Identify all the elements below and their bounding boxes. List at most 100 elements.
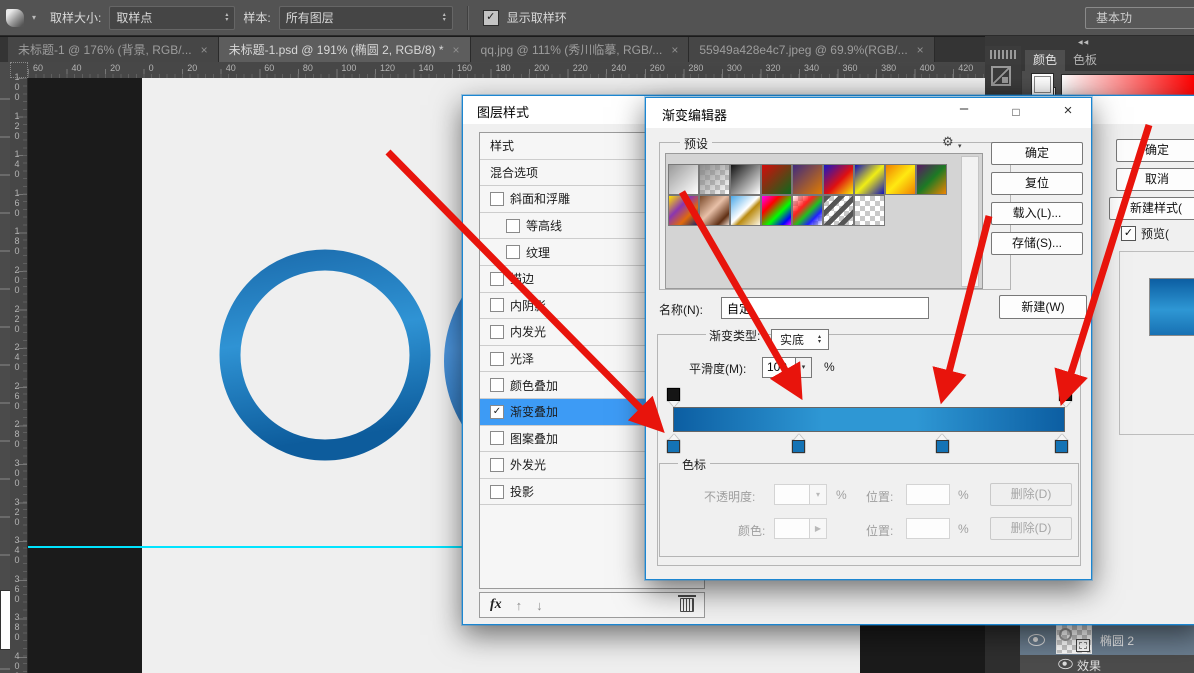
close-tab-icon[interactable]: × <box>453 43 460 57</box>
layer-thumbnail[interactable] <box>1056 624 1092 654</box>
gradient-preset-spectrum[interactable] <box>761 195 792 226</box>
panel-lines-icon[interactable] <box>990 50 1016 59</box>
stop-color-swatch[interactable]: ▶ <box>774 518 827 539</box>
gear-icon[interactable]: ⚙ <box>942 134 954 150</box>
blue-ring-shape[interactable] <box>207 237 443 473</box>
tool-preset-caret-icon[interactable]: ▾ <box>32 13 36 22</box>
close-tab-icon[interactable]: × <box>917 43 924 57</box>
gradient-preset-chrome-blue-gold[interactable] <box>730 195 761 226</box>
gradient-preset-yellow-violet-blue[interactable] <box>668 195 699 226</box>
layer-row-ellipse-2[interactable]: 椭圆 2 <box>1020 622 1194 656</box>
effect-checkbox[interactable] <box>490 485 504 499</box>
ruler-label: 100 <box>341 63 356 73</box>
ok-button[interactable]: 确定 <box>991 142 1083 165</box>
gear-caret-icon[interactable]: ▾ <box>958 142 962 150</box>
opacity-position-input[interactable] <box>906 484 950 505</box>
effect-checkbox[interactable] <box>490 458 504 472</box>
gradient-preset-gray-to-white[interactable] <box>668 164 699 195</box>
document-tab[interactable]: 未标题-1 @ 176% (背景, RGB/...× <box>8 37 219 62</box>
effect-checkbox[interactable] <box>490 352 504 366</box>
layer-name[interactable]: 椭圆 2 <box>1100 632 1134 649</box>
gradient-type-value: 实底 <box>780 331 804 348</box>
document-tab[interactable]: 未标题-1.psd @ 191% (椭圆 2, RGB/8) *× <box>219 37 471 62</box>
color-position-input[interactable] <box>906 518 950 539</box>
cancel-button[interactable]: 取消 <box>1116 168 1194 191</box>
gradient-preset-copper[interactable] <box>699 195 730 226</box>
gradient-preset-orange-yellow-orange[interactable] <box>885 164 916 195</box>
effect-checkbox[interactable] <box>506 245 520 259</box>
effect-checkbox[interactable] <box>490 272 504 286</box>
gradient-preset-transparent[interactable] <box>854 195 885 226</box>
maximize-icon[interactable]: □ <box>998 98 1034 126</box>
gradient-preset-transparent-stripes[interactable] <box>823 195 854 226</box>
gradient-preset-gray-to-transparent[interactable] <box>699 164 730 195</box>
close-tab-icon[interactable]: × <box>201 43 208 57</box>
ruler-label: 220 <box>573 63 588 73</box>
sample-select[interactable]: 所有图层 ▴▾ <box>279 6 453 30</box>
visibility-eye-icon[interactable] <box>1028 634 1045 646</box>
gradient-preset-black-to-white[interactable] <box>730 164 761 195</box>
gradient-preset-blue-red-yellow[interactable] <box>823 164 854 195</box>
preview-option[interactable]: ✓ 预览( <box>1121 225 1169 242</box>
smoothness-dropdown-icon[interactable]: ▾ <box>795 357 812 378</box>
layer-row-effects[interactable]: 效果 <box>1020 655 1194 673</box>
ok-button[interactable]: 确定 <box>1116 139 1194 162</box>
gradient-preset-purple-green-orange[interactable] <box>916 164 947 195</box>
guide-line[interactable] <box>28 546 462 548</box>
document-tab[interactable]: 55949a428e4c7.jpeg @ 69.9%(RGB/...× <box>689 37 934 62</box>
gradient-bar[interactable] <box>673 407 1065 432</box>
delete-effect-icon[interactable] <box>680 598 694 612</box>
effect-checkbox[interactable] <box>490 325 504 339</box>
tab-swatches[interactable]: 色板 <box>1065 50 1105 71</box>
stops-group: 色标 不透明度: ▾ % 位置: % 删除(D) 颜色: ▶ 位置: % 删除(… <box>659 463 1079 557</box>
close-icon[interactable]: × <box>1050 98 1086 126</box>
color-stop[interactable] <box>1055 434 1068 453</box>
opacity-stop[interactable] <box>1059 388 1072 407</box>
gradient-type-select[interactable]: 实底 ▴▾ <box>771 329 829 350</box>
effect-checkbox[interactable] <box>490 298 504 312</box>
save-button[interactable]: 存储(S)... <box>991 232 1083 255</box>
preset-scrollbar[interactable] <box>961 156 979 287</box>
gradient-preset-transparent-rainbow[interactable] <box>792 195 823 226</box>
sample-size-select[interactable]: 取样点 ▴▾ <box>109 6 235 30</box>
opacity-select[interactable]: ▾ <box>774 484 827 505</box>
collapse-panels-icon[interactable]: ◀◀ <box>1078 39 1089 46</box>
show-sampling-ring-checkbox[interactable]: ✓ <box>483 10 499 26</box>
gradient-preset-red-to-green[interactable] <box>761 164 792 195</box>
color-stop[interactable] <box>792 434 805 453</box>
foreground-color-chip[interactable] <box>1031 73 1054 96</box>
effect-checkbox[interactable]: ✓ <box>490 405 504 419</box>
new-style-button[interactable]: 新建样式( <box>1109 197 1194 220</box>
move-effect-up-icon[interactable]: ↑ <box>516 598 523 613</box>
effect-checkbox[interactable] <box>490 431 504 445</box>
minimize-icon[interactable]: – <box>946 98 982 126</box>
delete-opacity-stop-button[interactable]: 删除(D) <box>990 483 1072 506</box>
effect-checkbox[interactable] <box>490 192 504 206</box>
close-tab-icon[interactable]: × <box>671 43 678 57</box>
tab-color[interactable]: 颜色 <box>1025 50 1065 71</box>
gradient-name-input[interactable]: 自定 <box>721 297 929 319</box>
workspace-switcher-button[interactable]: 基本功 <box>1085 7 1194 29</box>
load-button[interactable]: 载入(L)... <box>991 202 1083 225</box>
eyedropper-tool-icon[interactable] <box>6 9 24 27</box>
delete-color-stop-button[interactable]: 删除(D) <box>990 517 1072 540</box>
effect-checkbox[interactable] <box>490 378 504 392</box>
preview-checkbox[interactable]: ✓ <box>1121 226 1136 241</box>
color-ramp[interactable] <box>1061 74 1194 97</box>
gradient-preset-blue-yellow-blue[interactable] <box>854 164 885 195</box>
reset-button[interactable]: 复位 <box>991 172 1083 195</box>
item-label: 纹理 <box>526 244 550 261</box>
new-gradient-button[interactable]: 新建(W) <box>999 295 1087 319</box>
ruler-label: 280 <box>12 419 22 449</box>
opacity-stop[interactable] <box>667 388 680 407</box>
color-stop[interactable] <box>936 434 949 453</box>
color-stop[interactable] <box>667 434 680 453</box>
effect-checkbox[interactable] <box>506 219 520 233</box>
visibility-eye-icon[interactable] <box>1058 659 1072 669</box>
adjustments-icon[interactable] <box>991 66 1011 86</box>
gradient-preset-violet-to-orange[interactable] <box>792 164 823 195</box>
document-tab[interactable]: qq.jpg @ 111% (秀川临摹, RGB/...× <box>471 37 690 62</box>
fx-icon[interactable]: fx <box>490 597 502 613</box>
move-effect-down-icon[interactable]: ↓ <box>536 598 543 613</box>
smoothness-input[interactable]: 100 <box>762 357 796 378</box>
